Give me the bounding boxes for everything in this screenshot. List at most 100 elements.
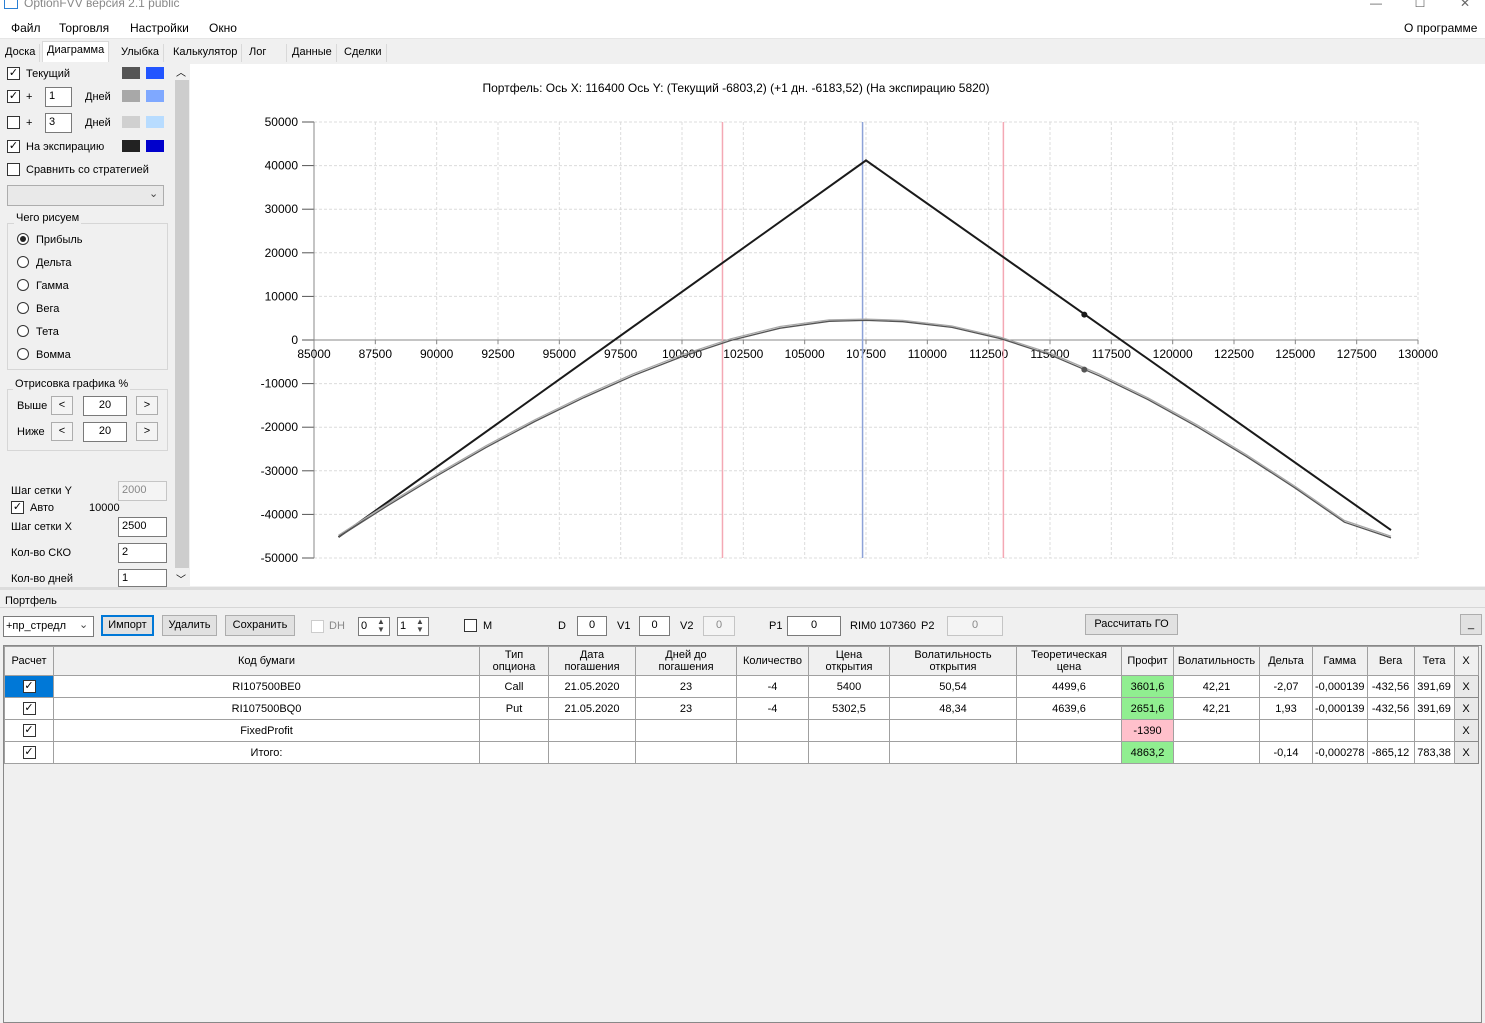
p2-input[interactable]: 0 [947,616,1003,636]
current-checkbox[interactable]: ✓ [7,67,20,80]
tab-smile[interactable]: Улыбка [117,44,165,62]
header-vol[interactable]: Волатильность [1173,646,1260,676]
radio-profit[interactable] [17,233,29,245]
header-date[interactable]: Дата погашения [548,646,636,676]
plus1-days-input[interactable]: 1 [45,87,72,107]
payoff-chart[interactable]: Портфель: Ось X: 116400 Ось Y: (Текущий … [190,64,1485,586]
save-button[interactable]: Сохранить [225,615,295,636]
plus3-color-2[interactable] [146,116,164,128]
days-count-input[interactable]: 1 [118,569,167,587]
dh-spin-1[interactable]: 0 ▲ ▼ [358,617,390,636]
below-input[interactable]: 20 [83,422,127,442]
tab-diagram[interactable]: Диаграмма [42,41,110,62]
table-row[interactable]: ✓ RI107500BQ0 Put 21.05.2020 23 -4 5302,5 48,34… [4,697,1479,720]
dh-checkbox[interactable] [311,620,324,633]
header-vol-open[interactable]: Волатильность открытия [889,646,1017,676]
compare-checkbox[interactable] [7,163,20,176]
remove-row-button[interactable]: X [1453,675,1479,698]
v1-input[interactable]: 0 [639,616,670,636]
header-days[interactable]: Дней до погашения [635,646,737,676]
delete-button[interactable]: Удалить [162,615,217,636]
radio-vega[interactable] [17,302,29,314]
d-input[interactable]: 0 [577,616,607,636]
menu-trading[interactable]: Торговля [59,21,109,35]
tab-data[interactable]: Данные [288,44,337,62]
v2-input[interactable]: 0 [703,616,735,636]
import-button[interactable]: Импорт [101,615,154,636]
plus1-color-2[interactable] [146,90,164,102]
plus3-checkbox[interactable] [7,116,20,129]
tab-log[interactable]: Лог [245,44,287,62]
menu-file[interactable]: Файл [11,21,41,35]
menu-about[interactable]: О программе [1404,21,1477,35]
p1-input[interactable]: 0 [787,616,841,636]
remove-row-button[interactable]: X [1453,741,1479,764]
calc-cell[interactable]: ✓ [4,675,54,698]
calc-checkbox[interactable]: ✓ [22,724,36,737]
table-row[interactable]: ✓ Итого: 4863,2 -0,14 -0,000278 -865,12 783,38… [4,741,1479,764]
plus1-color-1[interactable] [122,90,140,102]
scroll-thumb[interactable] [175,80,189,568]
maximize-button[interactable]: ☐ [1410,0,1430,10]
plus1-checkbox[interactable]: ✓ [7,90,20,103]
grid-step-y-input[interactable]: 2000 [118,481,167,501]
plus3-color-1[interactable] [122,116,140,128]
above-increase-button[interactable]: > [136,396,158,415]
scroll-up-icon[interactable]: ︿ [176,64,186,79]
strategy-select[interactable]: ⌄ [7,185,164,206]
sko-input[interactable]: 2 [118,543,167,563]
grid-step-x-input[interactable]: 2500 [118,517,167,537]
current-color-1[interactable] [122,67,140,79]
header-code[interactable]: Код бумаги [53,646,480,676]
calc-checkbox[interactable]: ✓ [22,746,36,759]
portfolio-minimize-button[interactable]: _ [1460,614,1482,635]
header-x[interactable]: X [1453,646,1479,676]
tab-deals[interactable]: Сделки [340,44,387,62]
radio-gamma[interactable] [17,279,29,291]
calc-checkbox[interactable]: ✓ [22,680,36,693]
tab-calculator[interactable]: Калькулятор [169,44,243,62]
calc-checkbox[interactable]: ✓ [22,702,36,715]
table-row[interactable]: ✓ FixedProfit -1390 X [4,719,1479,742]
spin-arrows-icon[interactable]: ▲ ▼ [416,618,424,634]
header-price[interactable]: Цена открытия [808,646,890,676]
minimize-button[interactable]: — [1366,0,1386,10]
radio-delta[interactable] [17,256,29,268]
header-vega[interactable]: Вега [1366,646,1415,676]
auto-checkbox[interactable]: ✓ [11,501,24,514]
menu-window[interactable]: Окно [209,21,237,35]
remove-row-button[interactable]: X [1453,719,1479,742]
calc-go-button[interactable]: Рассчитать ГО [1085,614,1178,635]
menu-settings[interactable]: Настройки [130,21,189,35]
expiry-color-1[interactable] [122,140,140,152]
expiry-checkbox[interactable]: ✓ [7,140,20,153]
below-decrease-button[interactable]: < [51,422,73,441]
expiry-color-2[interactable] [146,140,164,152]
header-calc[interactable]: Расчет [4,646,54,676]
calc-cell[interactable]: ✓ [4,697,54,720]
header-type[interactable]: Тип опциона [479,646,549,676]
spin-arrows-icon[interactable]: ▲ ▼ [377,618,385,634]
header-gamma[interactable]: Гамма [1312,646,1368,676]
calc-cell[interactable]: ✓ [4,741,54,764]
header-profit[interactable]: Профит [1121,646,1174,676]
table-row[interactable]: ✓ RI107500BE0 Call 21.05.2020 23 -4 5400 50,54 4… [4,675,1479,698]
current-color-2[interactable] [146,67,164,79]
remove-row-button[interactable]: X [1453,697,1479,720]
scroll-down-icon[interactable]: ﹀ [176,571,186,586]
plus3-days-input[interactable]: 3 [45,113,72,133]
header-qty[interactable]: Количество [736,646,809,676]
above-input[interactable]: 20 [83,396,127,416]
radio-vomma[interactable] [17,348,29,360]
below-increase-button[interactable]: > [136,422,158,441]
tab-board[interactable]: Доска [1,44,41,62]
splitter[interactable] [0,587,1485,590]
radio-theta[interactable] [17,325,29,337]
header-delta[interactable]: Дельта [1259,646,1313,676]
portfolio-select[interactable]: +пр_стредл ⌄ [3,616,94,637]
header-theta[interactable]: Тета [1413,646,1455,676]
m-checkbox[interactable] [464,619,477,632]
dh-spin-2[interactable]: 1 ▲ ▼ [397,617,429,636]
calc-cell[interactable]: ✓ [4,719,54,742]
above-decrease-button[interactable]: < [51,396,73,415]
